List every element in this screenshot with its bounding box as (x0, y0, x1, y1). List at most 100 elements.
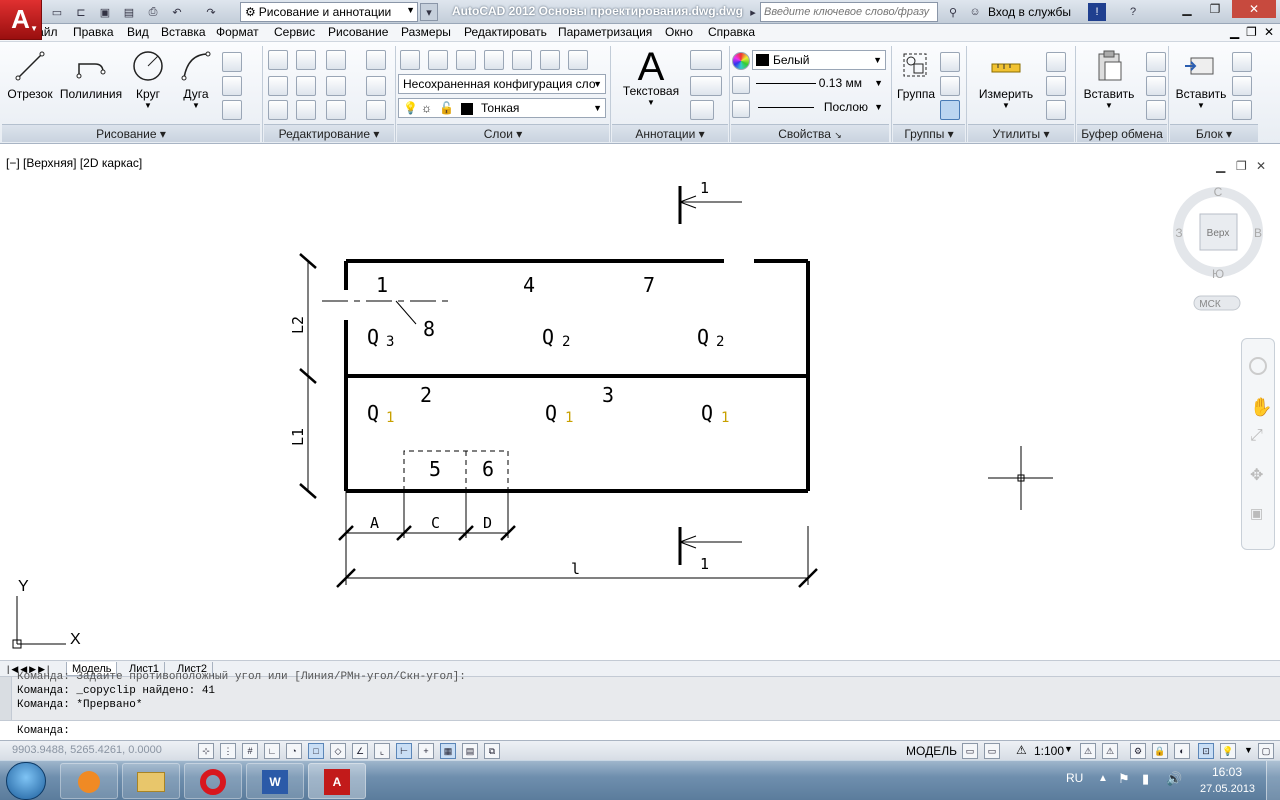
group-select-icon[interactable] (940, 100, 960, 120)
menu-help[interactable]: Справка (708, 25, 755, 39)
cursor-coordinates[interactable]: 9903.9488, 5265.4261, 0.0000 (12, 744, 162, 756)
word-taskbar-icon[interactable]: W (246, 763, 304, 799)
search-input[interactable] (760, 2, 938, 22)
polar-tracking-icon[interactable]: ◔ (286, 743, 302, 759)
doc-restore-button[interactable]: ❐ (1246, 25, 1257, 39)
layer-off-icon[interactable] (568, 50, 588, 70)
ortho-icon[interactable]: ∟ (264, 743, 280, 759)
menu-insert[interactable]: Вставка (161, 25, 206, 39)
quick-view-drawings-icon[interactable]: ▭ (984, 743, 1000, 759)
layer-freeze-icon[interactable] (540, 50, 560, 70)
menu-edit[interactable]: Правка (73, 25, 114, 39)
array-icon[interactable] (326, 100, 346, 120)
layer-properties-icon[interactable] (400, 50, 420, 70)
save-icon[interactable]: ▣ (96, 3, 114, 21)
panel-block-title[interactable]: Блок ▾ (1170, 124, 1258, 142)
calculator-icon[interactable] (1046, 100, 1066, 120)
media-player-taskbar-icon[interactable] (60, 763, 118, 799)
rotate-icon[interactable] (296, 50, 316, 70)
linetype-icon[interactable] (732, 100, 750, 118)
explorer-taskbar-icon[interactable] (122, 763, 180, 799)
menu-modify[interactable]: Редактировать (464, 25, 547, 39)
current-layer-select[interactable]: 💡 ☼ 🔓 Тонкая ▼ (398, 98, 606, 118)
scale-icon[interactable] (296, 100, 316, 120)
snap-mode-icon[interactable]: ⋮ (220, 743, 236, 759)
user-icon[interactable]: ☺ (966, 3, 984, 21)
match-properties-icon[interactable] (1146, 100, 1166, 120)
clock-date[interactable]: 27.05.2013 (1200, 783, 1255, 795)
fillet-icon[interactable] (326, 76, 346, 96)
login-link[interactable]: Вход в службы (988, 5, 1071, 19)
viewcube-west-label[interactable]: З (1175, 226, 1182, 240)
color-wheel-icon[interactable] (732, 52, 750, 70)
pan-icon[interactable]: ✋ (1250, 397, 1272, 418)
viewport-restore-icon[interactable]: ❐ (1236, 159, 1247, 173)
lineweight-icon[interactable] (732, 76, 750, 94)
layer-match-icon[interactable] (456, 50, 476, 70)
create-block-icon[interactable] (1232, 52, 1252, 72)
dynamic-input-icon[interactable]: ⊢ (396, 743, 412, 759)
opera-taskbar-icon[interactable] (184, 763, 242, 799)
menu-draw[interactable]: Рисование (328, 25, 388, 39)
viewport-close-icon[interactable]: ✕ (1256, 159, 1266, 173)
edit-block-icon[interactable] (1232, 76, 1252, 96)
maximize-button[interactable]: ❐ (1202, 0, 1228, 18)
network-icon[interactable]: ▮ (1142, 771, 1149, 787)
move-icon[interactable] (268, 50, 288, 70)
panel-properties-title[interactable]: Свойства ↘ (731, 124, 889, 142)
quick-view-layouts-icon[interactable]: ▭ (962, 743, 978, 759)
mirror-icon[interactable] (296, 76, 316, 96)
menu-view[interactable]: Вид (127, 25, 149, 39)
start-button[interactable] (6, 762, 46, 800)
doc-minimize-button[interactable]: ▁ (1230, 25, 1239, 39)
copy-clip-icon[interactable] (1146, 76, 1166, 96)
trim-icon[interactable] (326, 50, 346, 70)
group-button[interactable]: Группа (894, 48, 938, 101)
linetype-select[interactable]: Послою ▼ (752, 98, 886, 118)
arc-button[interactable]: Дуга ▼ (176, 48, 216, 110)
minimize-button[interactable]: ▁ (1174, 0, 1200, 18)
lineweight-select[interactable]: 0.13 мм ▼ (752, 74, 886, 94)
dynamic-ucs-icon[interactable]: ⌞ (374, 743, 390, 759)
command-line[interactable]: Команда: (0, 720, 1280, 740)
leader-icon[interactable] (690, 76, 722, 96)
isolate-objects-icon[interactable]: ⊡ (1198, 743, 1214, 759)
layer-previous-icon[interactable] (484, 50, 504, 70)
tray-expand-icon[interactable]: ▲ (1098, 773, 1108, 784)
select-all-icon[interactable] (1046, 76, 1066, 96)
binoculars-icon[interactable]: ⚲ (944, 3, 962, 21)
drawing-canvas[interactable]: 1 4 7 8 2 3 5 6 Q 3 Q 2 Q 2 Q 1 Q 1 Q 1 … (0, 148, 1280, 660)
annotation-visibility-icon[interactable]: ⚠ (1080, 743, 1096, 759)
hatch-icon[interactable] (222, 76, 242, 96)
menu-tools[interactable]: Сервис (274, 25, 315, 39)
doc-close-button[interactable]: ✕ (1264, 25, 1274, 39)
object-snap-icon[interactable]: □ (308, 743, 324, 759)
dimension-icon[interactable] (690, 50, 722, 70)
workspace-switch-icon[interactable]: ⚙ (1130, 743, 1146, 759)
cut-icon[interactable] (1146, 52, 1166, 72)
3d-osnap-icon[interactable]: ◇ (330, 743, 346, 759)
language-indicator[interactable]: RU (1066, 771, 1083, 785)
close-button[interactable]: ✕ (1232, 0, 1276, 18)
text-button[interactable]: A Текстовая ▼ (618, 47, 684, 107)
circle-button[interactable]: Круг ▼ (128, 48, 168, 110)
panel-annotation-title[interactable]: Аннотации ▾ (612, 124, 728, 142)
region-icon[interactable] (222, 100, 242, 120)
qat-dropdown-icon[interactable]: ▾ (420, 3, 438, 21)
autoscale-icon[interactable]: ⚠ (1102, 743, 1118, 759)
panel-groups-title[interactable]: Группы ▾ (893, 124, 965, 142)
redo-icon[interactable]: ↷ (202, 3, 220, 21)
new-file-icon[interactable]: ▭ (48, 3, 66, 21)
application-menu-button[interactable]: A ▼ (0, 0, 42, 40)
annotation-scale[interactable]: 1:100 (1034, 744, 1064, 758)
lineweight-toggle-icon[interactable]: + (418, 743, 434, 759)
print-icon[interactable]: ⎙ (144, 3, 162, 21)
attribute-icon[interactable] (1232, 100, 1252, 120)
quick-properties-icon[interactable]: ▤ (462, 743, 478, 759)
measure-button[interactable]: Измерить ▼ (974, 48, 1038, 110)
open-file-icon[interactable]: ⊏ (72, 3, 90, 21)
command-window-grip[interactable] (0, 677, 12, 721)
menu-dimension[interactable]: Размеры (401, 25, 451, 39)
quick-select-icon[interactable] (1046, 52, 1066, 72)
layer-isolate-icon[interactable] (512, 50, 532, 70)
